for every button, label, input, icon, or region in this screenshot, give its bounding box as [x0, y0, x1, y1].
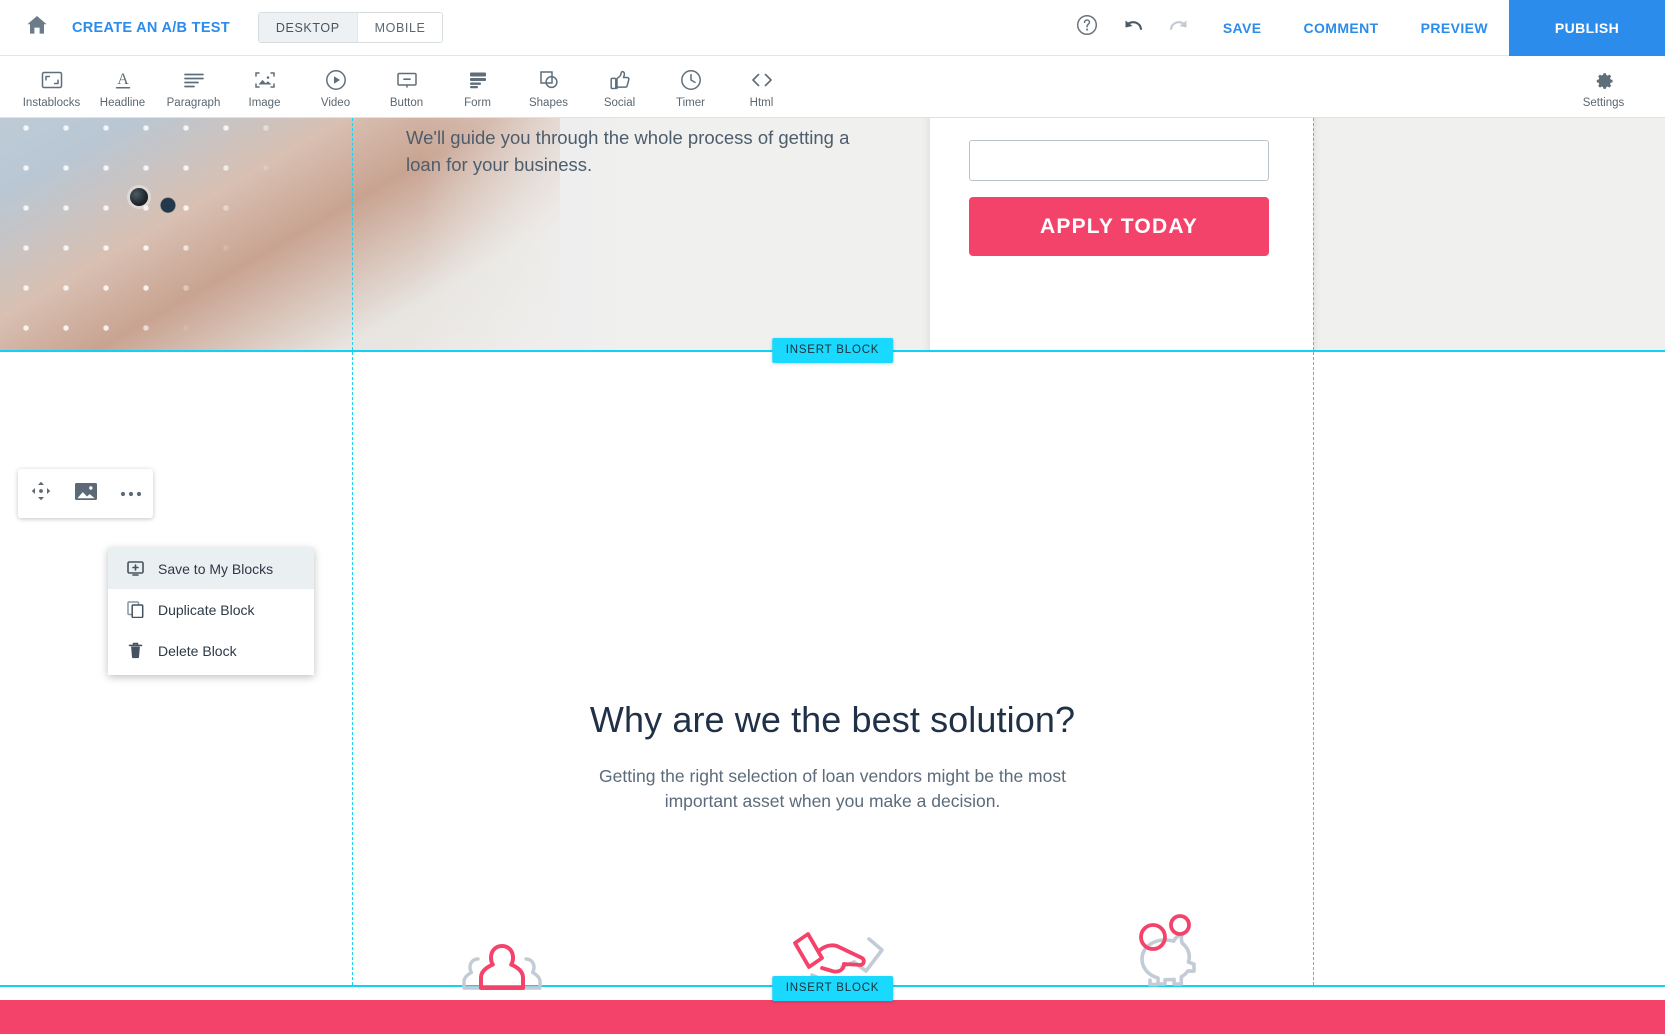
svg-text:A: A: [117, 71, 129, 88]
block-context-menu: Save to My Blocks Duplicate Block Delete…: [108, 548, 314, 675]
tool-form[interactable]: Form: [442, 64, 513, 109]
image-icon: [74, 482, 98, 506]
tool-timer[interactable]: Timer: [655, 64, 726, 109]
publish-button[interactable]: PUBLISH: [1509, 0, 1665, 56]
clock-icon: [679, 68, 703, 92]
image-icon: [253, 68, 277, 92]
context-menu-item-duplicate-block[interactable]: Duplicate Block: [108, 589, 314, 630]
redo-arrow-icon: [1167, 15, 1191, 40]
tool-label: Button: [389, 97, 424, 109]
device-option-desktop[interactable]: DESKTOP: [258, 13, 357, 42]
context-menu-item-label: Duplicate Block: [158, 601, 255, 618]
ellipsis-icon: [119, 485, 143, 503]
hero-section[interactable]: We'll guide you through the whole proces…: [0, 118, 1665, 350]
button-icon: [395, 68, 419, 92]
block-subheadline[interactable]: Getting the right selection of loan vend…: [563, 764, 1103, 815]
tool-image[interactable]: Image: [229, 64, 300, 109]
home-icon: [26, 15, 48, 40]
shapes-icon: [537, 68, 561, 92]
video-play-icon: [324, 68, 348, 92]
block-headline[interactable]: Why are we the best solution?: [0, 699, 1665, 741]
tool-label: Form: [464, 97, 491, 109]
tool-paragraph[interactable]: Paragraph: [158, 64, 229, 109]
duplicate-icon: [127, 601, 144, 618]
tool-label: Shapes: [528, 97, 568, 109]
top-bar: CREATE AN A/B TEST DESKTOP MOBILE SAVE C…: [0, 0, 1665, 56]
help-button[interactable]: [1064, 0, 1110, 56]
tool-button[interactable]: Button: [371, 64, 442, 109]
apply-today-button[interactable]: APPLY TODAY: [969, 197, 1269, 256]
hero-paragraph[interactable]: We'll guide you through the whole proces…: [406, 124, 876, 178]
tool-html[interactable]: Html: [726, 64, 797, 109]
move-block-button[interactable]: [18, 469, 63, 518]
thumbs-up-icon: [608, 68, 632, 92]
footer-band[interactable]: [0, 1000, 1665, 1034]
piggy-bank-icon: [1106, 897, 1218, 997]
code-brackets-icon: [749, 68, 775, 92]
save-block-icon: [127, 561, 144, 576]
top-bar-actions: SAVE COMMENT PREVIEW PUBLISH: [1064, 0, 1665, 56]
tool-shapes[interactable]: Shapes: [513, 64, 584, 109]
people-group-icon: [446, 897, 558, 997]
save-button[interactable]: SAVE: [1202, 0, 1283, 56]
tool-label: Html: [749, 97, 774, 109]
home-button[interactable]: [20, 11, 54, 45]
tool-settings[interactable]: Settings: [1568, 64, 1639, 109]
redo-button[interactable]: [1156, 0, 1202, 56]
tool-label: Image: [248, 97, 281, 109]
tool-video[interactable]: Video: [300, 64, 371, 109]
insert-block-top-button[interactable]: INSERT BLOCK: [771, 338, 894, 363]
device-toggle: DESKTOP MOBILE: [257, 12, 444, 43]
headline-a-icon: A: [111, 68, 135, 92]
tool-label: Paragraph: [166, 97, 221, 109]
tool-label: Instablocks: [22, 97, 81, 109]
instablocks-icon: [40, 68, 64, 92]
guide-line-left: [352, 352, 353, 985]
instapage-builder: CREATE AN A/B TEST DESKTOP MOBILE SAVE C…: [0, 0, 1665, 1034]
tool-label: Settings: [1582, 97, 1625, 109]
comment-button[interactable]: COMMENT: [1283, 0, 1400, 56]
hero-form-input[interactable]: [969, 140, 1269, 181]
tool-label: Headline: [99, 97, 146, 109]
tool-headline[interactable]: A Headline: [87, 64, 158, 109]
block-toolbar: [18, 469, 153, 518]
page-canvas: We'll guide you through the whole proces…: [0, 118, 1665, 1034]
guide-line-right: [1313, 352, 1314, 985]
undo-arrow-icon: [1121, 15, 1145, 40]
preview-button[interactable]: PREVIEW: [1400, 0, 1509, 56]
undo-button[interactable]: [1110, 0, 1156, 56]
trash-icon: [127, 642, 144, 659]
tool-label: Video: [320, 97, 351, 109]
help-circle-icon: [1076, 14, 1098, 41]
context-menu-item-delete-block[interactable]: Delete Block: [108, 630, 314, 671]
tool-social[interactable]: Social: [584, 64, 655, 109]
context-menu-item-label: Delete Block: [158, 642, 237, 659]
paragraph-lines-icon: [182, 68, 206, 92]
gear-icon: [1592, 68, 1615, 92]
context-menu-item-save-to-my-blocks[interactable]: Save to My Blocks: [108, 548, 314, 589]
tool-label: Timer: [676, 97, 705, 109]
insert-block-bottom-button[interactable]: INSERT BLOCK: [771, 976, 894, 1001]
element-toolbar: Instablocks A Headline Paragraph Image V…: [0, 56, 1665, 118]
move-arrows-icon: [31, 481, 51, 506]
block-background-button[interactable]: [63, 469, 108, 518]
context-menu-item-label: Save to My Blocks: [158, 560, 274, 577]
block-more-button[interactable]: [108, 469, 153, 518]
create-ab-test-link[interactable]: CREATE AN A/B TEST: [72, 20, 230, 36]
form-icon: [466, 68, 490, 92]
tool-label: Social: [603, 97, 636, 109]
tool-instablocks[interactable]: Instablocks: [16, 64, 87, 109]
device-option-mobile[interactable]: MOBILE: [356, 13, 443, 42]
